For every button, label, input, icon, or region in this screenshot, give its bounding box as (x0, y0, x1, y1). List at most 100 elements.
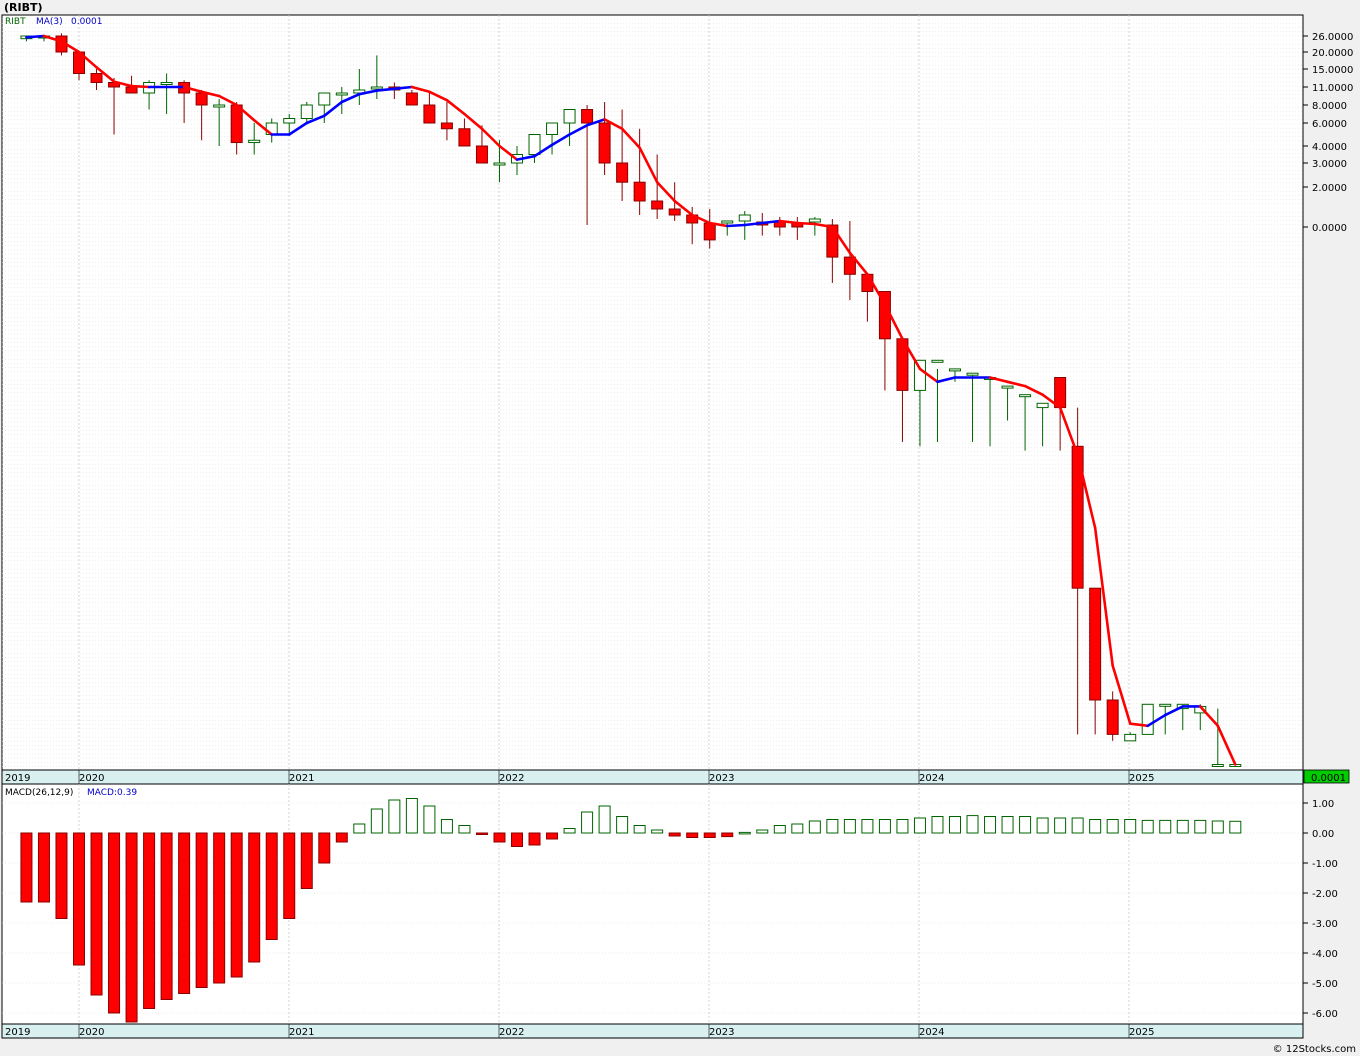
candle-body (475, 145, 488, 164)
price-y-tick-label: 0.0000 (1312, 223, 1347, 234)
macd-bar (318, 832, 331, 864)
price-y-tick-label: 11.0000 (1312, 83, 1353, 94)
macd-bar (563, 828, 576, 834)
candle-body (598, 122, 611, 164)
candle-body (248, 139, 261, 144)
macd-bar (896, 819, 909, 834)
macd-bar (949, 816, 961, 834)
price-y-tick-label: 8.0000 (1312, 101, 1347, 112)
macd-y-tick-label: 0.00 (1312, 829, 1334, 840)
candle-body (195, 92, 208, 106)
macd-bar (55, 832, 68, 919)
price-y-tick-label: 3.0000 (1312, 159, 1347, 170)
macd-bar (756, 829, 769, 834)
macd-bar (1019, 816, 1032, 834)
macd-bar (861, 819, 874, 834)
candle-body (668, 208, 681, 216)
macd-bar (721, 832, 734, 838)
chart-title: (RIBT) (4, 1, 43, 14)
macd-bar (300, 832, 313, 889)
price-y-tick-label: 4.0000 (1312, 142, 1347, 153)
year-label: 2025 (1129, 773, 1154, 784)
macd-bar (598, 805, 611, 834)
macd-bar (1176, 819, 1189, 834)
macd-y-tick-label: -1.00 (1312, 859, 1338, 870)
macd-bar (1106, 819, 1119, 834)
year-label: 2019 (5, 1027, 30, 1038)
price-y-tick-label: 15.0000 (1312, 65, 1353, 76)
ma-segment (393, 85, 414, 91)
candle-body (721, 220, 734, 224)
price-y-tick-label: 6.0000 (1312, 119, 1347, 130)
footer-credit: © 12Stocks.com (1273, 1044, 1356, 1055)
candle-body (843, 256, 856, 275)
candle-body (440, 122, 453, 130)
candle-body (493, 162, 506, 166)
macd-bar (1194, 819, 1207, 834)
candle-body (335, 92, 348, 96)
macd-bar (90, 832, 103, 996)
ma-segment (725, 223, 747, 228)
year-label: 2021 (289, 773, 314, 784)
candle-body (318, 92, 331, 106)
legend-ma-value: 0.0001 (71, 17, 103, 27)
macd-bar (913, 817, 926, 834)
macd-bar (773, 825, 786, 834)
candle-body (738, 214, 751, 222)
candle-body (1124, 733, 1137, 742)
macd-bar (1124, 819, 1137, 834)
macd-bar (808, 820, 821, 834)
candle-body (1089, 587, 1102, 701)
macd-bar (388, 799, 401, 834)
candle-body (405, 92, 418, 106)
macd-bar (405, 798, 418, 834)
macd-bar (475, 832, 488, 835)
candle-body (1036, 402, 1049, 409)
candle-body (528, 134, 541, 155)
year-label: 2025 (1129, 1027, 1154, 1038)
macd-bar (668, 832, 681, 837)
macd-bar (108, 832, 121, 1014)
macd-bar (931, 816, 944, 834)
candle-body (563, 109, 576, 124)
legend-symbol: RIBT (5, 17, 26, 27)
macd-legend-value: MACD:0.39 (87, 788, 137, 798)
macd-bar (546, 832, 559, 840)
last-price-badge-text: 0.0001 (1311, 773, 1346, 784)
candle-body (125, 86, 138, 94)
candle-body (230, 104, 243, 144)
candle-body (1106, 699, 1119, 735)
candle-body (949, 368, 961, 372)
macd-bar (1071, 817, 1084, 834)
macd-y-tick-label: -3.00 (1312, 919, 1338, 930)
macd-bar (1229, 820, 1242, 834)
macd-bar (143, 832, 156, 1009)
year-label: 2022 (499, 773, 524, 784)
candle-body (1141, 703, 1154, 735)
candle-body (931, 359, 944, 363)
macd-bar (651, 829, 664, 834)
year-label: 2024 (919, 773, 944, 784)
macd-bar (458, 825, 471, 834)
ma-segment (796, 221, 817, 226)
year-label: 2020 (79, 773, 104, 784)
year-label: 2019 (5, 773, 30, 784)
candle-body (1019, 394, 1032, 398)
year-label: 2023 (709, 1027, 734, 1038)
macd-bar (37, 832, 50, 903)
candle-body (581, 109, 594, 124)
price-y-tick-label: 26.0000 (1312, 32, 1353, 43)
macd-bar (1159, 819, 1172, 834)
macd-y-axis: 1.00 0.00 -1.00 -2.00 -3.00 -4.00 -5.00 -6.00 (1303, 799, 1338, 1020)
candle-body (283, 118, 296, 124)
candle-body (1211, 764, 1224, 767)
candle-body (966, 372, 979, 376)
macd-bar (984, 816, 997, 834)
candle-body (1001, 385, 1014, 389)
macd-bar (353, 823, 366, 834)
candle-body (90, 73, 103, 83)
candle-body (1054, 377, 1067, 409)
macd-bar (703, 832, 716, 838)
price-y-tick-label: 20.0000 (1312, 48, 1353, 59)
macd-bar (791, 823, 804, 834)
